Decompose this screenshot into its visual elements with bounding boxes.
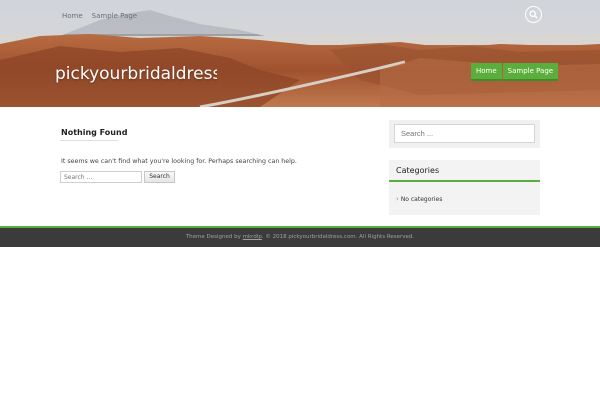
categories-divider: [389, 180, 540, 182]
main-nav-home[interactable]: Home: [471, 63, 502, 81]
header-banner: Home Sample Page pickyourbridaldress.com…: [0, 0, 600, 107]
top-nav-home[interactable]: Home: [62, 12, 83, 20]
search-input[interactable]: [60, 171, 142, 183]
chevron-right-icon: ›: [396, 195, 399, 203]
header-search-button[interactable]: [525, 6, 542, 23]
categories-title: Categories: [396, 166, 440, 175]
page-title: Nothing Found: [61, 128, 128, 137]
site-title[interactable]: pickyourbridaldress.com: [55, 64, 217, 84]
list-item: › No categories: [396, 195, 442, 203]
theme-author-link[interactable]: mkrdip: [243, 234, 262, 240]
footer-credits: Theme Designed by mkrdip. © 2018 pickyou…: [0, 234, 600, 240]
categories-empty-label: No categories: [400, 196, 443, 203]
not-found-message: It seems we can't find what you're looki…: [61, 158, 297, 165]
footer-copyright: . © 2018 pickyourbridaldress.com. All Ri…: [261, 234, 415, 240]
main-navigation: Home Sample Page: [471, 63, 559, 81]
search-icon: [529, 10, 538, 19]
sidebar-search-input[interactable]: [394, 124, 535, 143]
search-button[interactable]: Search: [144, 171, 175, 183]
main-nav-sample-page[interactable]: Sample Page: [502, 63, 559, 81]
footer-credit-prefix: Theme Designed by: [185, 234, 243, 240]
title-divider: [60, 140, 118, 141]
top-navigation: Home Sample Page: [62, 12, 137, 20]
top-nav-sample-page[interactable]: Sample Page: [92, 12, 137, 20]
